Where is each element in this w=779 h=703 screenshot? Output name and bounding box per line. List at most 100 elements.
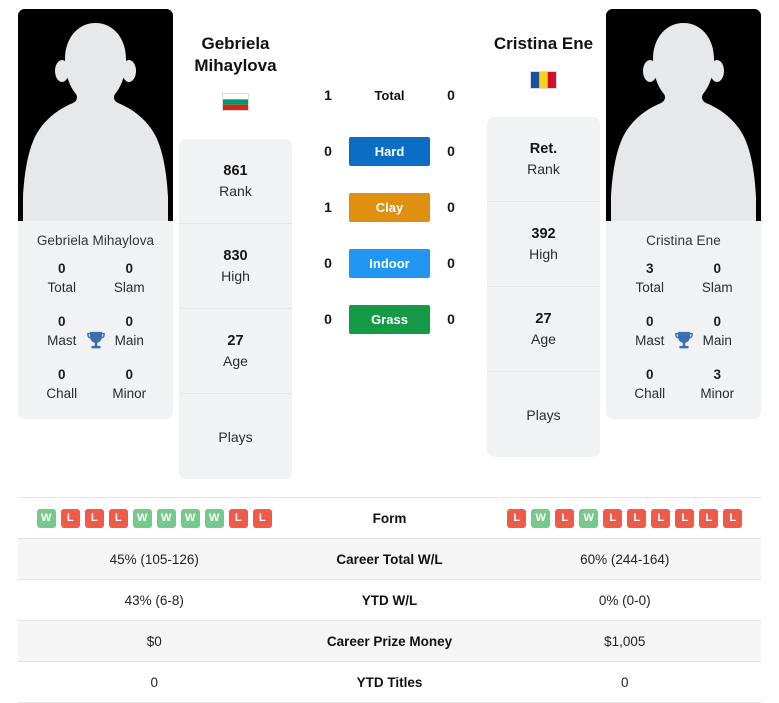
title-label: Mast [635,333,665,348]
h2h-right-score: 0 [447,87,455,103]
form-badge-l[interactable]: L [675,508,695,528]
right-value: 0% (0-0) [598,592,651,608]
title-label: Minor [700,386,735,401]
title-label: Mast [47,333,77,348]
stat-label: Age [531,331,556,347]
stat-label: Rank [527,161,560,177]
left-player-avatar [18,9,173,221]
stat-value: 392 [531,226,556,242]
form-badge-w[interactable]: W [204,508,224,528]
left-form-strip: WLLLWWWWLL [18,508,291,528]
left-value: 0 [150,674,158,690]
form-badge-l[interactable]: L [108,508,128,528]
h2h-left-score: 0 [324,255,332,271]
title-cell-total: 3 Total [616,260,684,297]
title-cell-minor: 0 Minor [96,366,164,403]
stat-label: Age [223,353,248,369]
table-row-career-total-wl: 45% (105-126) Career Total W/L 60% (244-… [18,539,761,580]
left-value: 45% (105-126) [109,551,199,567]
title-cell-mast: 0 Mast [616,313,684,350]
flag-romania-icon [530,71,557,89]
form-badge-l[interactable]: L [60,508,80,528]
left-player-name-label: Gebriela Mihaylova [36,233,155,248]
title-value: 0 [125,314,133,329]
row-label-ytd-wl: YTD W/L [361,592,418,608]
form-badge-l[interactable]: L [507,508,527,528]
form-badge-w[interactable]: W [132,508,152,528]
form-badge-w[interactable]: W [156,508,176,528]
form-badges-right: LWLWLLLLLL [489,508,762,528]
h2h-badge-clay[interactable]: Clay [349,192,430,222]
stat-value: Ret. [529,141,558,157]
stat-value: 27 [227,333,244,349]
title-value: 0 [645,314,654,329]
h2h-right-score: 0 [447,143,455,159]
stat-rank: 861 Rank [179,139,292,224]
h2h-right-score: 0 [447,255,455,271]
form-badge-l[interactable]: L [252,508,272,528]
title-label: Chall [634,386,666,401]
h2h-right-score: 0 [447,311,455,327]
title-label: Main [702,333,732,348]
right-player-name-label: Cristina Ene [646,233,721,248]
left-player-title: Gebriela Mihaylova [179,9,292,77]
form-badge-l[interactable]: L [723,508,743,528]
title-value: 0 [57,261,66,276]
right-value: 60% (244-164) [580,551,670,567]
table-row-form: WLLLWWWWLL Form LWLWLLLLLL [18,498,761,539]
h2h-badge-grass[interactable]: Grass [349,304,430,334]
h2h-label-total: Total [374,87,405,103]
left-player-summary: Gebriela Mihaylova 861 Rank 830 High 27 … [173,9,298,479]
title-cell-chall: 0 Chall [28,366,96,403]
title-value: 0 [57,314,66,329]
title-value: 0 [713,261,721,276]
form-badge-l[interactable]: L [651,508,671,528]
stat-high: 392 High [487,202,600,287]
title-value: 3 [645,261,654,276]
title-label: Minor [112,386,147,401]
title-cell-main: 0 Main [684,313,752,350]
table-row-career-prize-money: $0 Career Prize Money $1,005 [18,621,761,662]
left-player-title-line2: Mihaylova [194,56,277,75]
h2h-left-score: 1 [324,87,332,103]
right-player-avatar [606,9,761,221]
stat-plays: Plays [179,394,292,479]
right-value: 0 [620,674,629,690]
right-player-title: Cristina Ene [487,9,600,55]
table-row-ytd-titles: 0 YTD Titles 0 [18,662,761,703]
h2h-left-score: 0 [324,143,332,159]
stat-label: Plays [218,428,253,445]
title-label: Total [47,280,77,295]
form-badge-l[interactable]: L [627,508,647,528]
form-badge-w[interactable]: W [36,508,56,528]
right-player-stats-card: Ret. Rank 392 High 27 Age Plays [487,117,600,457]
table-row-ytd-wl: 43% (6-8) YTD W/L 0% (0-0) [18,580,761,621]
form-badge-l[interactable]: L [699,508,719,528]
stat-age: 27 Age [487,287,600,372]
right-player-titles-grid: 3 Total 0 Slam 0 Mast 0 Main 0 Chall 3 M… [606,258,761,419]
form-badge-l[interactable]: L [84,508,104,528]
form-badge-w[interactable]: W [531,508,551,528]
flag-bulgaria-icon [222,93,249,111]
title-cell-mast: 0 Mast [28,313,96,350]
form-badge-l[interactable]: L [603,508,623,528]
row-label-ytd-titles: YTD Titles [356,674,423,690]
form-badge-l[interactable]: L [555,508,575,528]
left-player-title-line1: Gebriela [201,34,270,53]
left-player-profile-card[interactable]: Gebriela Mihaylova 0 Total 0 Slam 0 Mast… [18,9,173,419]
form-badge-l[interactable]: L [228,508,248,528]
form-badge-w[interactable]: W [579,508,599,528]
right-player-summary: Cristina Ene Ret. Rank 392 High 27 Age P… [481,9,606,457]
title-label: Slam [113,280,145,295]
stat-high: 830 High [179,224,292,309]
title-cell-total: 0 Total [28,260,96,297]
h2h-badge-indoor[interactable]: Indoor [349,248,430,278]
form-badge-w[interactable]: W [180,508,200,528]
title-cell-slam: 0 Slam [96,260,164,297]
title-cell-minor: 3 Minor [684,366,752,403]
right-player-profile-card[interactable]: Cristina Ene 3 Total 0 Slam 0 Mast 0 Mai… [606,9,761,419]
h2h-row-indoor: 0 Indoor 0 [298,235,481,291]
title-value: 0 [645,367,654,382]
h2h-badge-hard[interactable]: Hard [349,136,430,166]
title-label: Main [114,333,144,348]
